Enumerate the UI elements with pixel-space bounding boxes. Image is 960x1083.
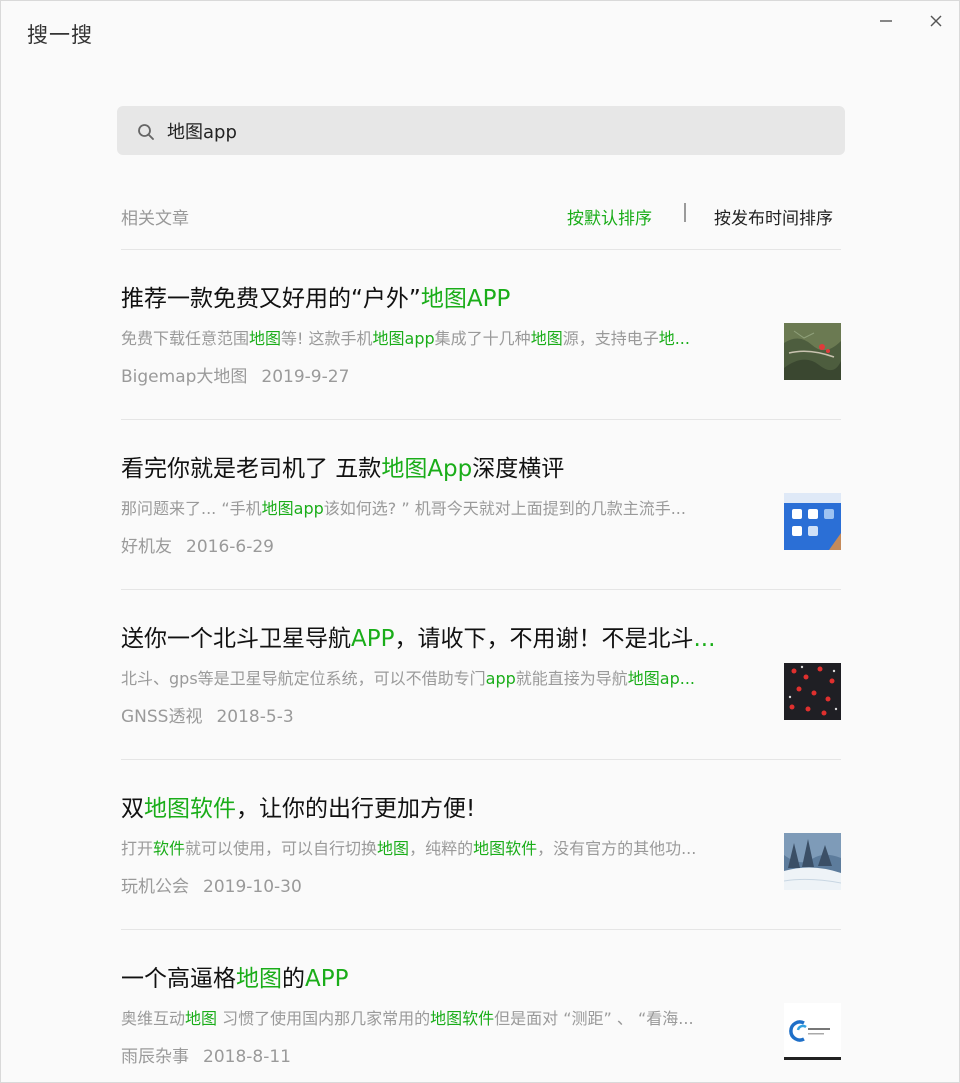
minimize-icon	[879, 14, 893, 28]
article-meta: Bigemap大地图 2019-9-27	[121, 365, 349, 389]
text-segment: 看完你就是老司机了 五款	[121, 456, 382, 482]
text-segment: 奥维互动	[121, 1009, 186, 1028]
search-input[interactable]	[167, 106, 827, 155]
text-segment: 就能直接为导航	[515, 669, 628, 688]
article-source[interactable]: 玩机公会	[121, 877, 189, 897]
text-segment: 就可以使用，可以自行切换	[185, 839, 378, 858]
divider	[121, 249, 841, 250]
article-snippet: 免费下载任意范围地图等! 这款手机地图app集成了十几种地图源，支持电子地...	[121, 327, 766, 351]
highlighted-keyword: 地图软件	[473, 839, 538, 858]
snowy-forest-thumbnail[interactable]	[784, 833, 841, 890]
highlighted-keyword: 地图ap...	[627, 669, 696, 688]
phone-apps-thumbnail[interactable]	[784, 493, 841, 550]
text-segment: 那问题来了... “手机	[121, 499, 262, 518]
section-header: 相关文章 按默认排序 按发布时间排序	[121, 201, 841, 231]
article-item[interactable]: 双地图软件，让你的出行更加方便! 打开软件就可以使用，可以自行切换地图，纯粹的地图…	[121, 793, 841, 923]
article-snippet: 北斗、gps等是卫星导航定位系统，可以不借助专门app就能直接为导航地图ap..…	[121, 667, 766, 691]
article-item[interactable]: 送你一个北斗卫星导航APP，请收下，不用谢！不是北斗... 北斗、gps等是卫星导…	[121, 623, 841, 753]
highlighted-keyword: 地图	[185, 1009, 218, 1028]
article-item[interactable]: 看完你就是老司机了 五款地图App深度横评那问题来了... “手机地图app该如…	[121, 453, 841, 583]
highlighted-keyword: 地图app	[261, 499, 324, 518]
article-meta: 好机友 2016-6-29	[121, 535, 274, 559]
highlighted-keyword: ...	[693, 626, 716, 652]
close-button[interactable]	[922, 9, 950, 33]
text-segment: 打开	[121, 839, 154, 858]
text-segment: 习惯了使用国内那几家常用的	[217, 1009, 431, 1028]
highlighted-keyword: 地图app	[372, 329, 435, 348]
article-item[interactable]: 一个高逼格地图的APP 奥维互动地图 习惯了使用国内那几家常用的地图软件但是面对 …	[121, 963, 841, 1083]
article-date: 2018-8-11	[203, 1047, 291, 1067]
article-date: 2018-5-3	[216, 707, 294, 727]
window-title: 搜一搜	[27, 23, 93, 47]
text-segment: ，纯粹的	[409, 839, 474, 858]
article-title[interactable]: 看完你就是老司机了 五款地图App深度横评	[121, 453, 761, 485]
text-segment: 集成了十几种	[434, 329, 531, 348]
text-segment: 源，支持电子	[562, 329, 659, 348]
search-bar[interactable]	[117, 106, 845, 155]
divider	[121, 419, 841, 420]
highlighted-keyword: APP	[305, 966, 349, 992]
text-segment: ，没有官方的其他功...	[537, 839, 697, 858]
divider	[121, 759, 841, 760]
title-bar[interactable]: 搜一搜	[1, 1, 959, 65]
highlighted-keyword: 地图	[249, 329, 282, 348]
article-meta: GNSS透视 2018-5-3	[121, 705, 294, 729]
text-segment: 北斗、gps等是卫星导航定位系统，可以不借助专门	[121, 669, 486, 688]
close-icon	[929, 14, 943, 28]
highlighted-keyword: APP	[351, 626, 395, 652]
search-icon	[137, 123, 155, 141]
sort-separator	[684, 203, 686, 222]
highlighted-keyword: 地...	[658, 329, 690, 348]
article-title[interactable]: 双地图软件，让你的出行更加方便!	[121, 793, 761, 825]
article-snippet: 打开软件就可以使用，可以自行切换地图，纯粹的地图软件，没有官方的其他功...	[121, 837, 766, 861]
highlighted-keyword: 地图APP	[420, 286, 511, 312]
article-meta: 雨辰杂事 2018-8-11	[121, 1045, 291, 1069]
text-segment: ，让你的出行更加方便!	[236, 796, 476, 822]
article-date: 2019-9-27	[261, 367, 350, 387]
highlighted-keyword: 地图	[377, 839, 410, 858]
divider	[121, 929, 841, 930]
text-segment: ，请收下，不用谢！不是北斗	[394, 626, 694, 652]
article-source[interactable]: GNSS透视	[121, 707, 202, 727]
highlighted-keyword: 地图软件	[430, 1009, 495, 1028]
highlighted-keyword: 地图	[530, 329, 563, 348]
section-label: 相关文章	[121, 209, 189, 229]
satellite-map-thumbnail[interactable]	[784, 323, 841, 380]
highlighted-keyword: 地图	[236, 966, 282, 992]
highlighted-keyword: 地图软件	[144, 796, 236, 822]
article-source[interactable]: 好机友	[121, 537, 172, 557]
article-date: 2016-6-29	[186, 537, 274, 557]
article-title[interactable]: 送你一个北斗卫星导航APP，请收下，不用谢！不是北斗...	[121, 623, 761, 655]
highlighted-keyword: 软件	[153, 839, 186, 858]
logo-thumbnail[interactable]	[784, 1003, 841, 1060]
text-segment: 推荐一款免费又好用的“户外”	[121, 286, 421, 312]
text-segment: 送你一个北斗卫星导航	[121, 626, 351, 652]
sort-default-button[interactable]: 按默认排序	[567, 204, 652, 229]
text-segment: 双	[121, 796, 144, 822]
text-segment: 该如何选? ” 机哥今天就对上面提到的几款主流手...	[323, 499, 686, 518]
text-segment: 等! 这款手机	[281, 329, 373, 348]
article-date: 2019-10-30	[203, 877, 302, 897]
article-item[interactable]: 推荐一款免费又好用的“户外”地图APP 免费下载任意范围地图等! 这款手机地图ap…	[121, 283, 841, 413]
text-segment: 一个高逼格	[121, 966, 236, 992]
minimize-button[interactable]	[872, 9, 900, 33]
highlighted-keyword: 地图App	[381, 456, 473, 482]
highlighted-keyword: app	[485, 669, 516, 688]
article-title[interactable]: 一个高逼格地图的APP	[121, 963, 761, 995]
sort-by-time-button[interactable]: 按发布时间排序	[714, 204, 833, 229]
text-segment: 但是面对 “测距” 、 “看海...	[494, 1009, 694, 1028]
article-source[interactable]: 雨辰杂事	[121, 1047, 189, 1067]
article-meta: 玩机公会 2019-10-30	[121, 875, 302, 899]
satellite-dots-thumbnail[interactable]	[784, 663, 841, 720]
divider	[121, 589, 841, 590]
text-segment: 深度横评	[472, 456, 565, 482]
article-snippet: 奥维互动地图 习惯了使用国内那几家常用的地图软件但是面对 “测距” 、 “看海.…	[121, 1007, 766, 1031]
text-segment: 免费下载任意范围	[121, 329, 250, 348]
article-snippet: 那问题来了... “手机地图app该如何选? ” 机哥今天就对上面提到的几款主流…	[121, 497, 766, 521]
text-segment: 的	[282, 966, 305, 992]
search-window: 搜一搜 相关文章 按默认排序 按发布时间排序 推荐一款免费又好用的“户外”地图A…	[0, 0, 960, 1083]
article-source[interactable]: Bigemap大地图	[121, 367, 247, 387]
article-title[interactable]: 推荐一款免费又好用的“户外”地图APP	[121, 283, 761, 315]
